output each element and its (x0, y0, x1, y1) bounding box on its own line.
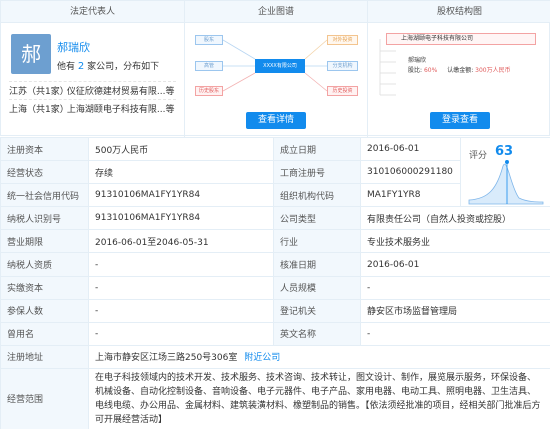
equity-holder-detail: 股比: 60% 认缴金额: 300万人民币 (408, 65, 511, 74)
view-details-button[interactable]: 查看详情 (246, 112, 306, 129)
field-label: 纳税人资质 (0, 252, 89, 277)
table-row: 参保人数 - 登记机关 静安区市场监督管理局 (0, 298, 550, 323)
divider (9, 99, 176, 100)
field-value: - (360, 275, 550, 300)
field-label: 参保人数 (0, 298, 89, 323)
graph-header: 企业图谱 (185, 1, 367, 23)
field-value: 2016-06-01至2046-05-31 (88, 229, 274, 254)
field-label: 行业 (273, 229, 361, 254)
region-company: 上海湖颐电子科技有限...等 (66, 105, 175, 115)
summary-prefix: 他有 (57, 62, 76, 72)
field-label: 实缴资本 (0, 275, 89, 300)
field-value: - (88, 275, 274, 300)
table-row: 营业期限 2016-06-01至2046-05-31 行业 专业技术服务业 (0, 229, 550, 254)
field-label: 成立日期 (273, 136, 361, 162)
capital-label: 认缴金额: (447, 67, 474, 74)
scope-row: 经营范围 在电子科技领域内的技术开发、技术服务、技术咨询、技术转让，图文设计、制… (0, 367, 550, 429)
login-view-button[interactable]: 登录查看 (430, 112, 490, 129)
table-row: 注册资本 500万人民币 成立日期 2016-06-01 评分 63 (0, 136, 550, 208)
score-value: 63 (495, 144, 514, 159)
field-label: 组织机构代码 (273, 183, 361, 208)
field-value: - (88, 321, 274, 346)
graph-node-shareholder: 股东 (195, 35, 223, 45)
avatar: 郝 (11, 34, 51, 74)
field-value: 存续 (88, 160, 274, 185)
field-value: 2016-06-01 (360, 136, 461, 162)
region-row[interactable]: 上海（共1家） 上海湖颐电子科技有限...等 (9, 102, 181, 115)
table-row: 实缴资本 - 人员规模 - (0, 275, 550, 300)
legal-rep-panel: 法定代表人 郝 郝瑞欣 他有 2 家公司，分布如下 江苏（共1家） 仪征欣德建材… (1, 1, 184, 137)
graph-node-investment: 对外投资 (327, 35, 358, 45)
field-label: 纳税人识别号 (0, 206, 89, 231)
field-value: 有限责任公司（自然人投资或控股） (360, 206, 550, 231)
capital-value: 300万人民币 (475, 67, 511, 74)
field-value: 静安区市场监督管理局 (360, 298, 550, 323)
enterprise-graph-panel: 企业图谱 股东 高管 历史股东 XXXX有限公司 对外投资 分支机构 历史投资 (184, 1, 367, 137)
score-marker-icon (505, 160, 509, 164)
summary-suffix: 家公司，分布如下 (87, 62, 160, 72)
scope-label: 经营范围 (0, 367, 89, 429)
region-location: 江苏（共1家） (9, 87, 69, 97)
equity-header: 股权结构图 (368, 1, 550, 23)
equity-holder: 郝瑞欣 (408, 57, 427, 64)
legal-rep-name[interactable]: 郝瑞欣 (57, 39, 90, 55)
field-value: - (360, 321, 550, 346)
business-info-table: 注册资本 500万人民币 成立日期 2016-06-01 评分 63 经营状态 … (0, 136, 550, 429)
field-label: 登记机关 (273, 298, 361, 323)
field-value: 91310106MA1FY1YR84 (88, 206, 274, 231)
nearby-companies-link[interactable]: 附近公司 (244, 353, 280, 363)
company-info-panel: 法定代表人 郝 郝瑞欣 他有 2 家公司，分布如下 江苏（共1家） 仪征欣德建材… (0, 0, 550, 429)
address-row: 注册地址 上海市静安区江场三路250号306室 附近公司 (0, 344, 550, 369)
graph-thumbnail[interactable]: 股东 高管 历史股东 XXXX有限公司 对外投资 分支机构 历史投资 (193, 29, 360, 103)
field-value: MA1FY1YR8 (360, 183, 461, 208)
ratio-value: 60% (423, 67, 438, 74)
graph-node-history-shareholder: 历史股东 (195, 86, 223, 96)
field-value: - (88, 298, 274, 323)
field-value: 专业技术服务业 (360, 229, 550, 254)
field-label: 经营状态 (0, 160, 89, 185)
table-row: 纳税人识别号 91310106MA1FY1YR84 公司类型 有限责任公司（自然… (0, 206, 550, 231)
field-value: - (88, 252, 274, 277)
field-value: 91310106MA1FY1YR84 (88, 183, 274, 208)
graph-node-branch: 分支机构 (327, 61, 358, 71)
field-label: 人员规模 (273, 275, 361, 300)
graph-center-node: XXXX有限公司 (255, 59, 305, 73)
field-label: 曾用名 (0, 321, 89, 346)
address-value: 上海市静安区江场三路250号306室 (95, 353, 238, 364)
score-cell: 评分 63 (460, 136, 550, 208)
field-value: 2016-06-01 (360, 252, 550, 277)
company-count: 2 (77, 61, 85, 72)
field-label: 营业期限 (0, 229, 89, 254)
graph-node-history-investment: 历史投资 (327, 86, 358, 96)
field-label: 英文名称 (273, 321, 361, 346)
ratio-label: 股比: (408, 67, 423, 74)
field-label: 工商注册号 (273, 160, 361, 185)
graph-node-executive: 高管 (195, 61, 223, 71)
address-label: 注册地址 (0, 344, 89, 369)
equity-structure-panel: 股权结构图 上海湖颐电子科技有限公司 郝瑞欣 股比: 60% 认缴金额: 300… (367, 1, 550, 137)
region-row[interactable]: 江苏（共1家） 仪征欣德建材贸易有限...等 (9, 84, 181, 97)
address-cell: 上海市静安区江场三路250号306室 附近公司 (88, 344, 550, 369)
field-label: 统一社会信用代码 (0, 183, 89, 208)
legal-rep-summary: 他有 2 家公司，分布如下 (57, 59, 159, 72)
overview-section: 法定代表人 郝 郝瑞欣 他有 2 家公司，分布如下 江苏（共1家） 仪征欣德建材… (0, 0, 550, 137)
field-value: 310106000291180 (360, 160, 461, 185)
field-label: 核准日期 (273, 252, 361, 277)
region-location: 上海（共1家） (9, 105, 69, 115)
table-row: 纳税人资质 - 核准日期 2016-06-01 (0, 252, 550, 277)
score-distribution-chart (468, 160, 544, 205)
equity-thumbnail[interactable]: 上海湖颐电子科技有限公司 郝瑞欣 股比: 60% 认缴金额: 300万人民币 (378, 29, 542, 101)
field-label: 注册资本 (0, 136, 89, 162)
field-label: 公司类型 (273, 206, 361, 231)
scope-value: 在电子科技领域内的技术开发、技术服务、技术咨询、技术转让，图文设计、制作，展览展… (88, 367, 550, 429)
table-row: 曾用名 - 英文名称 - (0, 321, 550, 346)
field-value: 500万人民币 (88, 136, 274, 162)
region-company: 仪征欣德建材贸易有限...等 (66, 87, 175, 97)
divider (9, 81, 176, 82)
legal-rep-header: 法定代表人 (1, 1, 184, 23)
